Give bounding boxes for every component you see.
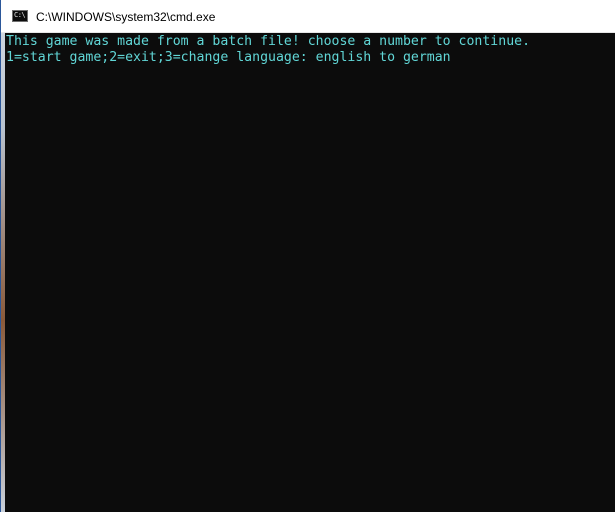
cmd-icon[interactable]: C:\ — [12, 10, 28, 22]
cmd-icon-glyph: C:\ — [14, 11, 26, 19]
title-bar[interactable]: C:\ C:\WINDOWS\system32\cmd.exe — [1, 0, 615, 33]
cmd-window: C:\ C:\WINDOWS\system32\cmd.exe This gam… — [0, 0, 615, 512]
console-output[interactable]: This game was made from a batch file! ch… — [6, 33, 615, 512]
console-line: 1=start game;2=exit;3=change language: e… — [6, 50, 451, 65]
console-line: This game was made from a batch file! ch… — [6, 34, 531, 49]
console-lines: This game was made from a batch file! ch… — [6, 34, 530, 66]
window-title: C:\WINDOWS\system32\cmd.exe — [36, 10, 216, 24]
